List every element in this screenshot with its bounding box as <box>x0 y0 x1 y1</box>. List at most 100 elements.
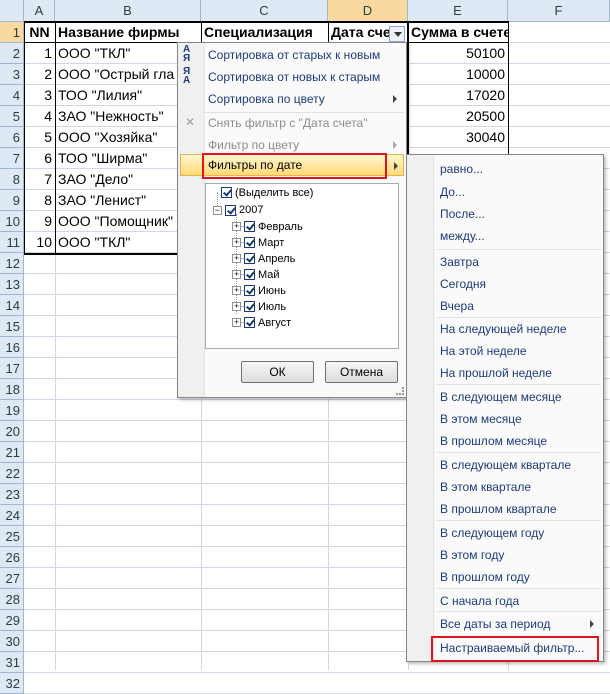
header-date[interactable]: Дата счета <box>328 22 392 43</box>
date-filter-option[interactable]: В этом месяце <box>440 409 522 429</box>
date-filter-option[interactable]: В этом году <box>440 545 504 565</box>
row-header-13[interactable]: 13 <box>0 274 24 295</box>
cancel-button[interactable]: Отмена <box>325 361 398 383</box>
cell-sum[interactable]: 10000 <box>408 64 508 85</box>
tree-month[interactable]: Март <box>258 235 284 251</box>
tree-month[interactable]: Февраль <box>258 219 303 235</box>
row-header-1[interactable]: 1 <box>0 22 24 43</box>
row-header-20[interactable]: 20 <box>0 421 24 442</box>
checkbox-month[interactable] <box>244 285 255 296</box>
date-filter-option[interactable]: между... <box>440 226 485 246</box>
checkbox-month[interactable] <box>244 237 255 248</box>
select-all-corner[interactable] <box>0 0 24 21</box>
row-header-5[interactable]: 5 <box>0 106 24 127</box>
expand-icon[interactable]: + <box>232 254 241 263</box>
date-tree[interactable]: (Выделить все) − 2007 + Февраль + Март + Апре… <box>205 183 399 349</box>
date-filter-option[interactable]: В этом квартале <box>440 477 531 497</box>
date-filter-option[interactable]: Сегодня <box>440 274 486 294</box>
row-header-17[interactable]: 17 <box>0 358 24 379</box>
column-header-d[interactable]: D <box>328 0 408 21</box>
header-firm[interactable]: Название фирмы <box>55 22 201 43</box>
date-filter-option[interactable]: На прошлой неделе <box>440 363 552 383</box>
checkbox-month[interactable] <box>244 253 255 264</box>
cell-firm[interactable]: ЗАО "Нежность" <box>55 106 178 127</box>
row-header-6[interactable]: 6 <box>0 127 24 148</box>
row-header-21[interactable]: 21 <box>0 442 24 463</box>
cell-nn[interactable]: 6 <box>24 148 55 169</box>
row-header-26[interactable]: 26 <box>0 547 24 568</box>
cell-nn[interactable]: 2 <box>24 64 55 85</box>
row-header-24[interactable]: 24 <box>0 505 24 526</box>
row-header-23[interactable]: 23 <box>0 484 24 505</box>
tree-month[interactable]: Август <box>258 315 291 331</box>
row-header-28[interactable]: 28 <box>0 589 24 610</box>
date-filter-option[interactable]: В прошлом году <box>440 567 530 587</box>
tree-year-2007[interactable]: 2007 <box>239 202 263 218</box>
checkbox-month[interactable] <box>244 221 255 232</box>
cell-nn[interactable]: 5 <box>24 127 55 148</box>
sort-new-to-old[interactable]: Сортировка от новых к старым <box>208 67 380 87</box>
expand-icon[interactable]: + <box>232 270 241 279</box>
row-header-15[interactable]: 15 <box>0 316 24 337</box>
date-filter-option[interactable]: На следующей неделе <box>440 319 567 339</box>
header-specialization[interactable]: Специализация <box>201 22 328 43</box>
sort-old-to-new[interactable]: Сортировка от старых к новым <box>208 45 380 65</box>
date-filter-option[interactable]: В следующем квартале <box>440 455 571 475</box>
row-header-30[interactable]: 30 <box>0 631 24 652</box>
date-filter-dropdown-button[interactable] <box>389 26 405 42</box>
row-header-25[interactable]: 25 <box>0 526 24 547</box>
expand-icon[interactable]: + <box>232 302 241 311</box>
cell-nn[interactable]: 10 <box>24 232 55 253</box>
cell-firm[interactable]: ТОО "Лилия" <box>55 85 178 106</box>
column-header-c[interactable]: C <box>201 0 328 21</box>
expand-icon[interactable]: + <box>232 318 241 327</box>
date-filter-option[interactable]: После... <box>440 204 485 224</box>
date-filter-option[interactable]: С начала года <box>440 591 519 611</box>
row-header-19[interactable]: 19 <box>0 400 24 421</box>
tree-month[interactable]: Июль <box>258 299 286 315</box>
row-header-16[interactable]: 16 <box>0 337 24 358</box>
cell-firm[interactable]: ООО "ТКЛ" <box>55 232 178 253</box>
row-header-4[interactable]: 4 <box>0 85 24 106</box>
expand-icon[interactable]: + <box>232 286 241 295</box>
expand-icon[interactable]: + <box>232 222 241 231</box>
tree-select-all[interactable]: (Выделить все) <box>235 185 313 201</box>
cell-nn[interactable]: 9 <box>24 211 55 232</box>
row-header-9[interactable]: 9 <box>0 190 24 211</box>
tree-month[interactable]: Апрель <box>258 251 295 267</box>
row-header-27[interactable]: 27 <box>0 568 24 589</box>
cell-firm[interactable]: ООО "ТКЛ" <box>55 43 178 64</box>
column-header-f[interactable]: F <box>508 0 610 21</box>
checkbox-month[interactable] <box>244 301 255 312</box>
cell-firm[interactable]: ООО "Острый гла <box>55 64 178 85</box>
cell-firm[interactable]: ООО "Помощник" <box>55 211 178 232</box>
row-header-22[interactable]: 22 <box>0 463 24 484</box>
header-nn[interactable]: NN <box>24 22 55 43</box>
cell-nn[interactable]: 3 <box>24 85 55 106</box>
checkbox-select-all[interactable] <box>221 187 232 198</box>
row-header-29[interactable]: 29 <box>0 610 24 631</box>
date-filter-option[interactable]: До... <box>440 182 465 202</box>
column-header-e[interactable]: E <box>408 0 508 21</box>
row-header-8[interactable]: 8 <box>0 169 24 190</box>
row-header-12[interactable]: 12 <box>0 253 24 274</box>
cell-firm[interactable]: ООО "Хозяйка" <box>55 127 178 148</box>
cell-sum[interactable]: 17020 <box>408 85 508 106</box>
ok-button[interactable]: ОК <box>241 361 314 383</box>
date-filter-option[interactable]: В прошлом квартале <box>440 499 557 519</box>
checkbox-year[interactable] <box>225 205 236 216</box>
sort-by-color[interactable]: Сортировка по цвету <box>208 89 325 109</box>
cell-nn[interactable]: 4 <box>24 106 55 127</box>
row-header-2[interactable]: 2 <box>0 43 24 64</box>
date-filter-option[interactable]: Все даты за период <box>440 614 550 634</box>
cell-nn[interactable]: 1 <box>24 43 55 64</box>
tree-month[interactable]: Май <box>258 267 280 283</box>
row-header-3[interactable]: 3 <box>0 64 24 85</box>
cell-firm[interactable]: ЗАО "Дело" <box>55 169 178 190</box>
date-filter-option[interactable]: На этой неделе <box>440 341 527 361</box>
row-header-32[interactable]: 32 <box>0 673 24 694</box>
cell-sum[interactable]: 30040 <box>408 127 508 148</box>
column-header-a[interactable]: A <box>24 0 55 21</box>
checkbox-month[interactable] <box>244 317 255 328</box>
checkbox-month[interactable] <box>244 269 255 280</box>
